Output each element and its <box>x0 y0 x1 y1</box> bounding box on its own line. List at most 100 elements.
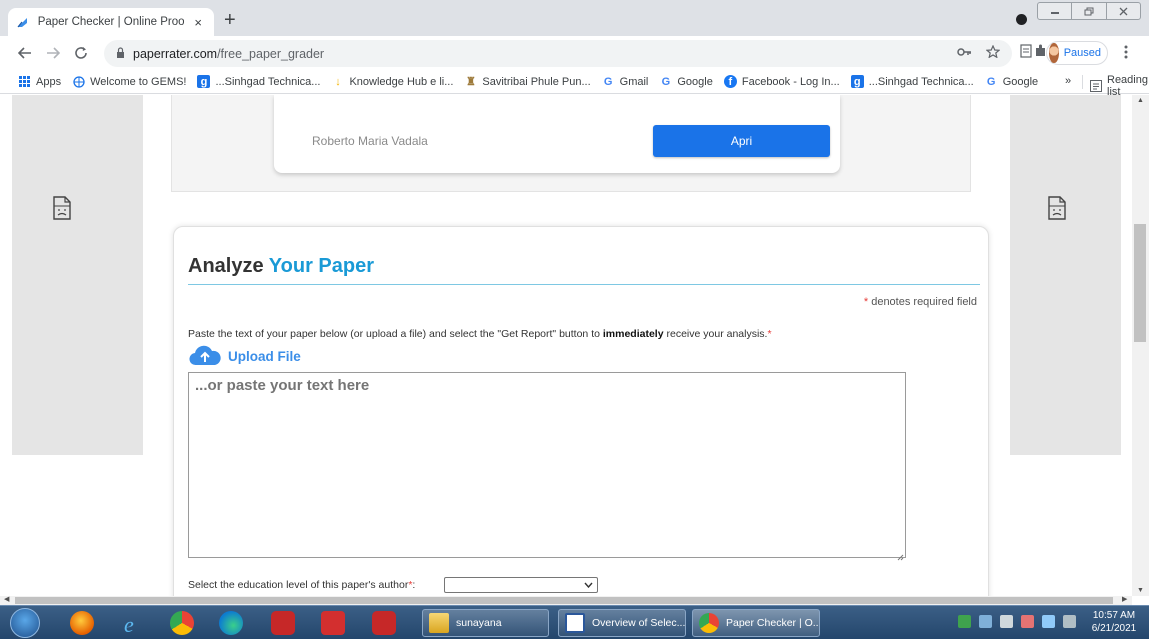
instructions-text: Paste the text of your paper below (or u… <box>188 328 772 340</box>
system-clock[interactable]: 10:57 AM 6/21/2021 <box>1088 609 1140 635</box>
system-tray <box>958 615 1076 628</box>
bookmark-apps[interactable]: Apps <box>18 75 61 88</box>
back-icon[interactable] <box>14 42 36 64</box>
taskbar-item-sunayana[interactable]: sunayana <box>422 609 549 637</box>
education-level-label: Select the education level of this paper… <box>188 579 416 591</box>
close-window-icon[interactable] <box>1107 3 1140 19</box>
bookmark-knowledge-hub[interactable]: ↓ Knowledge Hub e li... <box>331 75 453 88</box>
winzip-icon[interactable] <box>271 611 295 635</box>
bookmarks-divider <box>1082 75 1083 89</box>
internet-explorer-icon[interactable]: e <box>121 611 145 637</box>
address-bar[interactable]: paperrater.com/free_paper_grader <box>104 40 1012 67</box>
extensions-icon[interactable] <box>1034 44 1046 60</box>
scrollbar-thumb[interactable] <box>1134 224 1146 342</box>
sinhgad-icon: g <box>850 75 864 88</box>
power-icon[interactable] <box>1063 615 1076 628</box>
bookmark-google-2[interactable]: G Google <box>985 75 1038 88</box>
firefox-icon[interactable] <box>70 611 94 635</box>
education-level-select[interactable] <box>444 577 598 593</box>
windows-taskbar: e sunayana Overview of Selec... Paper Ch… <box>0 605 1149 639</box>
window-controls <box>1037 2 1141 20</box>
folder-icon <box>429 613 449 633</box>
resize-handle-icon[interactable] <box>896 548 904 561</box>
clock-date: 6/21/2021 <box>1091 623 1137 634</box>
reload-icon[interactable] <box>70 42 92 64</box>
scroll-down-icon[interactable]: ▼ <box>1132 587 1149 594</box>
forward-icon[interactable] <box>42 42 64 64</box>
volume-icon[interactable] <box>1000 615 1013 628</box>
acrobat-icon[interactable] <box>321 611 345 635</box>
ad-banner-panel: Roberto Maria Vadala Apri <box>171 95 971 192</box>
restore-icon[interactable] <box>1072 3 1107 19</box>
scroll-left-icon[interactable]: ◀ <box>4 595 9 603</box>
kebab-menu-icon[interactable] <box>1124 45 1128 62</box>
scroll-right-icon[interactable]: ▶ <box>1122 595 1127 603</box>
gems-globe-icon <box>72 75 85 88</box>
bookmarks-bar: Apps Welcome to GEMS! g ...Sinhgad Techn… <box>0 70 1149 98</box>
ad-open-button[interactable]: Apri <box>653 125 830 157</box>
tab-title: Paper Checker | Online Proofreac <box>37 16 185 28</box>
edge-icon[interactable] <box>219 611 243 635</box>
display-icon[interactable] <box>1042 615 1055 628</box>
taskbar-item-chrome[interactable]: Paper Checker | O... <box>692 609 820 637</box>
ad-card: Roberto Maria Vadala Apri <box>274 95 840 173</box>
left-ad-slot <box>12 95 143 455</box>
tab-close-icon[interactable]: × <box>190 15 206 30</box>
analyze-paper-panel: Analyze Your Paper * denotes required fi… <box>173 226 989 596</box>
bookmark-sinhgad-2[interactable]: g ...Sinhgad Technica... <box>850 75 974 88</box>
page-title: Analyze Your Paper <box>188 255 375 277</box>
google-g-icon: G <box>986 75 996 88</box>
bookmark-sinhgad-1[interactable]: g ...Sinhgad Technica... <box>197 75 320 88</box>
bookmarks-more-button[interactable]: » <box>1065 75 1071 87</box>
hscrollbar-thumb[interactable] <box>15 597 1113 604</box>
profile-button[interactable]: Paused <box>1046 41 1108 65</box>
facebook-icon: f <box>723 75 737 88</box>
upload-file-button[interactable]: Upload File <box>188 345 301 367</box>
profile-status: Paused <box>1063 47 1101 59</box>
apps-grid-icon <box>18 75 31 88</box>
scroll-up-icon[interactable]: ▲ <box>1132 97 1149 104</box>
reading-mode-icon[interactable] <box>1020 44 1032 61</box>
chrome-icon <box>699 613 719 633</box>
tray-app-icon[interactable] <box>979 615 992 628</box>
bookmark-google-1[interactable]: G Google <box>659 75 713 88</box>
network-icon[interactable] <box>958 615 971 628</box>
taskbar-item-word-doc[interactable]: Overview of Selec... <box>558 609 686 637</box>
new-tab-button[interactable]: + <box>224 10 236 30</box>
clock-time: 10:57 AM <box>1092 610 1136 621</box>
url-host: paperrater.com <box>133 46 218 61</box>
star-icon[interactable] <box>985 44 1001 61</box>
minimize-icon[interactable] <box>1038 3 1073 19</box>
right-ad-slot <box>1010 95 1121 455</box>
bookmark-gems[interactable]: Welcome to GEMS! <box>72 75 186 88</box>
bookmark-gmail[interactable]: G Gmail <box>602 75 649 88</box>
chrome-icon[interactable] <box>170 611 194 635</box>
svg-text:e: e <box>124 612 134 635</box>
sinhgad-icon: g <box>197 75 211 88</box>
bookmark-facebook[interactable]: f Facebook - Log In... <box>723 75 840 88</box>
textarea-placeholder: ...or paste your text here <box>195 377 370 394</box>
horizontal-scrollbar[interactable]: ◀ ▶ <box>0 596 1132 605</box>
start-button-icon[interactable] <box>10 608 40 638</box>
paper-text-input[interactable]: ...or paste your text here <box>188 372 906 561</box>
action-center-icon[interactable] <box>1021 615 1034 628</box>
knowledge-hub-icon: ↓ <box>335 75 341 88</box>
paperrater-favicon-icon <box>16 15 30 29</box>
broken-image-icon <box>53 196 71 220</box>
avatar <box>1049 43 1059 63</box>
broken-image-icon <box>1048 196 1066 220</box>
url-text: paperrater.com/free_paper_grader <box>133 47 324 61</box>
chevron-down-icon <box>584 582 593 588</box>
key-icon[interactable] <box>957 45 972 61</box>
title-divider <box>188 284 980 285</box>
lock-icon <box>116 46 125 61</box>
browser-toolbar: paperrater.com/free_paper_grader Paused <box>0 36 1149 70</box>
bookmark-savitribai[interactable]: ♜ Savitribai Phule Pun... <box>464 75 591 89</box>
winzip-icon[interactable] <box>372 611 396 635</box>
browser-tab[interactable]: Paper Checker | Online Proofreac × <box>8 8 214 36</box>
vertical-scrollbar[interactable]: ▲ ▼ <box>1132 95 1149 596</box>
university-icon: ♜ <box>465 76 476 88</box>
page-viewport: Roberto Maria Vadala Apri Analyze Your P… <box>0 95 1132 596</box>
ad-advertiser-name: Roberto Maria Vadala <box>312 134 428 148</box>
word-doc-icon <box>565 613 585 633</box>
